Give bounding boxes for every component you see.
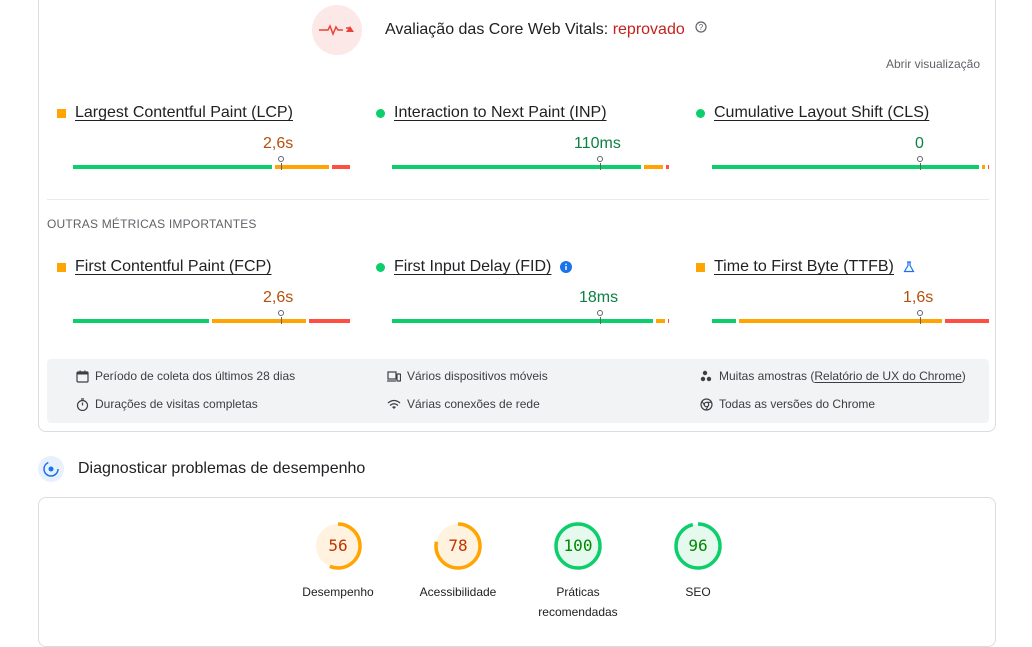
metric-fid-value: 18ms xyxy=(579,289,619,306)
metric-ttfb: Time to First Byte (TTFB) xyxy=(696,258,986,276)
percentile-marker xyxy=(597,310,603,324)
percentile-marker xyxy=(278,310,284,324)
info-icon[interactable] xyxy=(560,261,573,273)
device-types: Vários dispositivos móveis xyxy=(387,369,548,383)
network-connections: Várias conexões de rede xyxy=(387,397,540,411)
metric-inp-link[interactable]: Interaction to Next Paint (INP) xyxy=(394,104,607,122)
wifi-icon xyxy=(387,399,401,409)
chrome-icon xyxy=(700,397,713,411)
metric-fcp-distribution-bar xyxy=(73,310,350,324)
average-indicator-icon xyxy=(57,262,66,272)
metric-cls-link[interactable]: Cumulative Layout Shift (CLS) xyxy=(714,104,929,122)
metric-lcp-link[interactable]: Largest Contentful Paint (LCP) xyxy=(75,104,293,122)
help-icon[interactable]: ? xyxy=(695,20,707,38)
metric-fcp-value: 2,6s xyxy=(263,289,294,306)
score-label: Práticas recomendadas xyxy=(538,585,618,619)
score-value: 78 xyxy=(448,536,468,555)
good-indicator-icon xyxy=(696,108,705,118)
average-indicator-icon xyxy=(57,108,66,118)
score-label: Acessibilidade xyxy=(419,585,497,599)
percentile-marker xyxy=(917,310,923,324)
people-icon xyxy=(700,370,712,381)
calendar-icon xyxy=(76,370,89,383)
divider xyxy=(47,199,989,200)
score-label: SEO xyxy=(685,585,711,599)
percentile-marker xyxy=(597,156,603,170)
metric-cls: Cumulative Layout Shift (CLS) xyxy=(696,104,986,122)
diagnose-icon xyxy=(38,456,64,482)
score-value: 96 xyxy=(688,536,708,555)
score-accessibility[interactable]: 78 Acessibilidade xyxy=(398,521,518,602)
metric-ttfb-link[interactable]: Time to First Byte (TTFB) xyxy=(714,258,894,276)
score-label: Desempenho xyxy=(302,585,374,599)
percentile-marker xyxy=(917,156,923,170)
chrome-versions: Todas as versões do Chrome xyxy=(700,397,875,411)
metric-fid: First Input Delay (FID) xyxy=(376,258,666,276)
sample-size: Muitas amostras (Relatório de UX do Chro… xyxy=(700,369,966,383)
metric-fid-distribution-bar xyxy=(392,310,669,324)
metric-cls-value: 0 xyxy=(915,135,924,152)
metric-inp: Interaction to Next Paint (INP) xyxy=(376,104,666,122)
stopwatch-icon xyxy=(76,397,89,411)
good-indicator-icon xyxy=(376,262,385,272)
assessment-title: Avaliação das Core Web Vitals: reprovado… xyxy=(385,20,707,39)
metric-inp-distribution-bar xyxy=(392,156,669,170)
score-value: 100 xyxy=(563,536,593,555)
metric-fcp-link[interactable]: First Contentful Paint (FCP) xyxy=(75,258,272,276)
percentile-marker xyxy=(278,156,284,170)
metric-lcp-value: 2,6s xyxy=(263,135,294,152)
good-indicator-icon xyxy=(376,108,385,118)
metric-cls-distribution-bar xyxy=(712,156,989,170)
average-indicator-icon xyxy=(696,262,705,272)
metric-ttfb-distribution-bar xyxy=(712,310,989,324)
score-seo[interactable]: 96 SEO xyxy=(638,521,758,602)
svg-text:?: ? xyxy=(699,23,704,32)
chrome-ux-report-link[interactable]: Relatório de UX do Chrome xyxy=(814,369,961,383)
diagnose-title: Diagnosticar problemas de desempenho xyxy=(78,460,366,477)
metric-fid-link[interactable]: First Input Delay (FID) xyxy=(394,258,551,276)
open-view-link[interactable]: Abrir visualização xyxy=(886,57,980,71)
metric-lcp-distribution-bar xyxy=(73,156,350,170)
assessment-status: reprovado xyxy=(612,21,685,38)
score-best-practices[interactable]: 100 Práticas recomendadas xyxy=(518,521,638,622)
score-value: 56 xyxy=(328,536,348,555)
collection-period: Período de coleta dos últimos 28 dias xyxy=(76,369,295,383)
visit-durations: Durações de visitas completas xyxy=(76,397,258,411)
score-performance[interactable]: 56 Desempenho xyxy=(278,521,398,602)
experimental-flask-icon[interactable] xyxy=(903,261,915,273)
metric-inp-value: 110ms xyxy=(574,135,621,152)
other-metrics-heading: OUTRAS MÉTRICAS IMPORTANTES xyxy=(47,217,257,231)
metric-ttfb-value: 1,6s xyxy=(903,289,934,306)
devices-icon xyxy=(387,370,401,382)
metric-lcp: Largest Contentful Paint (LCP) xyxy=(57,104,347,122)
metric-fcp: First Contentful Paint (FCP) xyxy=(57,258,347,276)
failed-assessment-icon xyxy=(312,5,362,55)
